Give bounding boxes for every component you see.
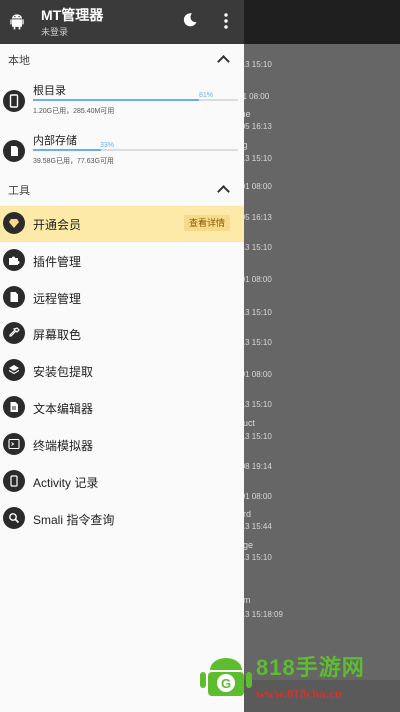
- navigation-drawer: MT管理器 未登录 本地 根目录 81% 1.20G已用，285.40M可用 内…: [0, 0, 244, 712]
- tool-label: 开通会员: [33, 218, 82, 232]
- list-item: -13 15:10: [238, 553, 272, 562]
- storage-internal[interactable]: 内部存储 33% 39.58G已用，77.63G可用: [0, 132, 244, 176]
- list-item: 01 08:00: [238, 92, 270, 101]
- watermark-text: 818手游网: [256, 655, 365, 680]
- list-item: -05 16:13: [238, 213, 272, 222]
- tool-label: 终端模拟器: [33, 439, 94, 453]
- svg-text:G: G: [221, 676, 231, 691]
- tool-label: 远程管理: [33, 292, 82, 306]
- list-item: -13 15:10: [238, 308, 272, 317]
- sd-card-icon: [3, 140, 25, 162]
- tool-item-smali-lookup[interactable]: Smali 指令查询: [0, 501, 244, 537]
- tool-item-text-editor[interactable]: 文本编辑器: [0, 390, 244, 426]
- tool-item-plugins[interactable]: 插件管理: [0, 243, 244, 279]
- list-item: -01 08:00: [238, 370, 272, 379]
- list-item: fig: [238, 140, 400, 150]
- storage-percent: 33%: [100, 142, 115, 149]
- storage-name: 根目录: [33, 85, 66, 97]
- section-title-tools: 工具: [8, 185, 30, 197]
- android-logo-icon: [10, 14, 24, 30]
- tool-item-terminal[interactable]: 终端模拟器: [0, 427, 244, 463]
- list-item: c: [238, 385, 400, 395]
- tool-item-vip[interactable]: 开通会员 查看详情: [0, 206, 244, 242]
- phone-icon: [3, 90, 25, 112]
- list-item: -05 16:13: [238, 122, 272, 131]
- login-status[interactable]: 未登录: [41, 25, 68, 38]
- list-item: n: [238, 322, 400, 332]
- phone-icon: [3, 470, 25, 492]
- storage-detail: 39.58G已用，77.63G可用: [33, 158, 114, 165]
- tool-item-activity-log[interactable]: Activity 记录: [0, 464, 244, 500]
- tool-item-color-picker[interactable]: 屏幕取色: [0, 316, 244, 352]
- search-icon: [3, 507, 25, 529]
- android-robot-watermark-icon: G: [200, 658, 252, 696]
- tool-label: 插件管理: [33, 255, 82, 269]
- tool-label: 安装包提取: [33, 365, 94, 379]
- storage-percent: 81%: [199, 92, 214, 99]
- watermark: G 818手游网 www.818cha.cn: [198, 646, 400, 712]
- tool-item-remote[interactable]: 远程管理: [0, 280, 244, 316]
- collapse-tools-chevron-icon[interactable]: [217, 185, 230, 198]
- list-item: -01 08:00: [238, 275, 272, 284]
- puzzle-icon: [3, 249, 25, 271]
- list-item: -08 19:14: [238, 462, 272, 471]
- section-title-local: 本地: [8, 55, 30, 67]
- terminal-icon: [3, 433, 25, 455]
- list-item: -13 15:10: [238, 338, 272, 347]
- list-item: -13 15:44: [238, 522, 272, 531]
- list-item: ard: [238, 509, 252, 519]
- text-file-icon: [3, 396, 25, 418]
- storage-progress-fill: [33, 149, 101, 151]
- more-vert-icon[interactable]: [220, 12, 232, 30]
- list-item: duct: [238, 418, 256, 428]
- tool-label: 文本编辑器: [33, 402, 94, 416]
- list-item: n: [238, 355, 400, 365]
- list-item: -13 15:10: [238, 154, 272, 163]
- watermark-url: www.818cha.cn: [256, 686, 342, 701]
- eyedropper-icon: [3, 322, 25, 344]
- storage-progress-bar: [33, 99, 238, 101]
- list-item: -13 15:10: [238, 243, 272, 252]
- storage-root[interactable]: 根目录 81% 1.20G已用，285.40M可用: [0, 82, 244, 126]
- list-item: -13 15:10: [238, 432, 272, 441]
- app-title: MT管理器: [41, 7, 104, 23]
- list-item: -13 15:18:09: [238, 610, 283, 619]
- list-item: me: [238, 109, 251, 119]
- storage-progress-fill: [33, 99, 200, 101]
- tool-item-apk-extract[interactable]: 安装包提取: [0, 353, 244, 389]
- layers-icon: [3, 359, 25, 381]
- tool-label: Activity 记录: [33, 476, 99, 490]
- list-item: -13 15:10: [238, 400, 272, 409]
- drawer-header: MT管理器 未登录: [0, 0, 244, 44]
- tool-label: 屏幕取色: [33, 328, 82, 342]
- list-item: -01 08:00: [238, 492, 272, 501]
- storage-detail: 1.20G已用，285.40M可用: [33, 108, 115, 115]
- diamond-icon: [3, 212, 25, 234]
- list-item: age: [238, 540, 254, 550]
- document-icon: [3, 286, 25, 308]
- list-item: -01 08:00: [238, 182, 272, 191]
- tool-label: Smali 指令查询: [33, 513, 115, 527]
- storage-name: 内部存储: [33, 135, 77, 147]
- list-item: -13 15:10: [238, 60, 272, 69]
- view-details-button[interactable]: 查看详情: [184, 215, 230, 231]
- moon-icon[interactable]: [182, 12, 198, 28]
- collapse-local-chevron-icon[interactable]: [217, 55, 230, 68]
- list-item: em: [238, 595, 251, 605]
- storage-progress-bar: [33, 149, 238, 151]
